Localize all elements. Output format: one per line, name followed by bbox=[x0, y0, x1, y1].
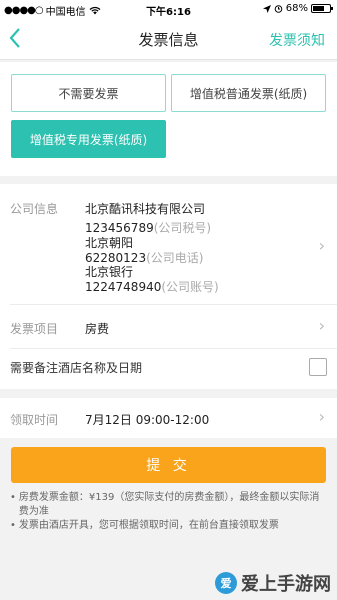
battery-icon bbox=[311, 4, 333, 13]
note-hotel-checkbox[interactable] bbox=[309, 358, 327, 376]
submit-button[interactable]: 提 交 bbox=[11, 447, 326, 483]
pickup-time-row[interactable]: 领取时间 7月12日 09:00-12:00 › bbox=[0, 398, 337, 438]
company-account-hint: (公司账号) bbox=[161, 280, 219, 294]
company-phone-hint: (公司电话) bbox=[146, 251, 204, 265]
note-text: 房费发票金额：¥139（您实际支付的房费金额），最终金额以实际消费为准 bbox=[18, 492, 320, 517]
note-item: • 房费发票金额：¥139（您实际支付的房费金额），最终金额以实际消费为准 bbox=[10, 491, 328, 519]
watermark-text: 爱上手游网 bbox=[241, 574, 331, 595]
company-section: 公司信息 北京酷讯科技有限公司 123456789(公司税号) 北京朝阳 622… bbox=[0, 184, 337, 389]
invoice-item-value: 房费 bbox=[85, 322, 110, 336]
company-tax-hint: (公司税号) bbox=[153, 221, 212, 235]
battery-percent: 68% bbox=[285, 3, 308, 14]
note-text: 发票由酒店开具，您可根据领取时间，在前台直接领取发票 bbox=[18, 520, 279, 531]
invoice-item-label: 发票项目 bbox=[10, 322, 59, 336]
invoice-type-section: 不需要发票 增值税普通发票(纸质) 增值税专用发票(纸质) bbox=[0, 62, 337, 176]
chevron-right-icon: › bbox=[318, 407, 325, 426]
pickup-time-label: 领取时间 bbox=[10, 413, 59, 427]
location-arrow-icon bbox=[262, 4, 271, 13]
option-no-invoice[interactable]: 不需要发票 bbox=[11, 74, 166, 112]
nav-bar: 发票信息 发票须知 bbox=[0, 18, 337, 60]
watermark-logo: 爱 bbox=[215, 572, 237, 594]
pickup-time-value: 7月12日 09:00-12:00 bbox=[85, 413, 210, 427]
option-vat-normal-invoice[interactable]: 增值税普通发票(纸质) bbox=[171, 74, 326, 112]
alarm-icon bbox=[274, 5, 283, 13]
watermark: 爱 爱上手游网 bbox=[215, 570, 331, 596]
status-bar: ●●●●○ 中国电信 下午6:16 68% bbox=[0, 0, 337, 18]
option-vat-special-invoice[interactable]: 增值税专用发票(纸质) bbox=[11, 120, 166, 158]
company-tax-number: 123456789 bbox=[85, 221, 154, 235]
chevron-right-icon: › bbox=[318, 236, 325, 255]
battery-fill bbox=[313, 6, 324, 11]
chevron-right-icon: › bbox=[318, 316, 325, 335]
note-item: • 发票由酒店开具，您可根据领取时间，在前台直接领取发票 bbox=[10, 520, 279, 531]
notes: • 房费发票金额：¥139（您实际支付的房费金额），最终金额以实际消费为准 • 发票… bbox=[10, 491, 328, 533]
company-account: 1224748940 bbox=[85, 280, 162, 294]
divider bbox=[10, 304, 337, 305]
status-right: 68% bbox=[262, 3, 333, 14]
note-option-label: 需要备注酒店名称及日期 bbox=[10, 361, 143, 375]
company-name: 北京酷讯科技有限公司 bbox=[85, 202, 206, 216]
invoice-notice-link[interactable]: 发票须知 bbox=[269, 30, 325, 50]
divider bbox=[10, 348, 337, 349]
company-account-line: 1224748940(公司账号) bbox=[85, 278, 219, 295]
company-info-label: 公司信息 bbox=[10, 202, 59, 216]
